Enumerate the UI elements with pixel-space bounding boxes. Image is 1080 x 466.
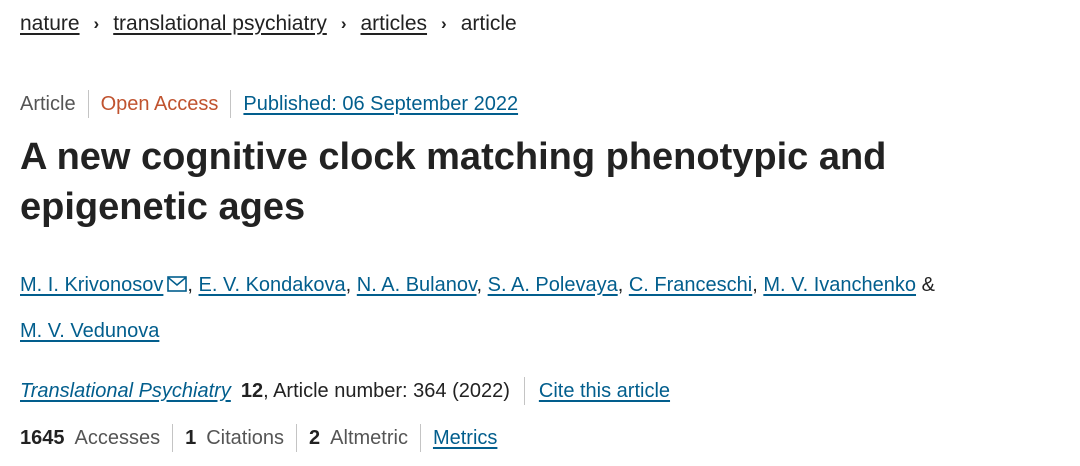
chevron-right-icon: › — [441, 14, 447, 33]
altmetric-count: 2 — [309, 426, 321, 449]
author-link[interactable]: M. V. Ivanchenko — [763, 274, 916, 296]
breadcrumb-link-articles[interactable]: articles — [361, 12, 428, 36]
author-link[interactable]: M. I. Krivonosov — [20, 274, 163, 296]
article-meta: Article Open Access Published: 06 Septem… — [20, 89, 518, 119]
breadcrumb: nature › translational psychiatry › arti… — [20, 10, 517, 38]
metrics-link[interactable]: Metrics — [433, 427, 497, 450]
divider — [87, 90, 89, 118]
citations-label: Citations — [206, 426, 285, 449]
author-link[interactable]: M. V. Vedunova — [20, 320, 159, 342]
accesses-count: 1645 — [20, 426, 65, 449]
cite-this-article-link[interactable]: Cite this article — [539, 380, 670, 403]
author-list: M. I. Krivonosov, E. V. Kondakova, N. A.… — [20, 262, 1060, 354]
breadcrumb-current: article — [460, 12, 517, 35]
divider — [230, 90, 232, 118]
title-line-1: A new cognitive clock matching phenotypi… — [20, 136, 887, 178]
altmetric-label: Altmetric — [330, 426, 408, 449]
author-separator: , — [187, 274, 193, 296]
published-date-link[interactable]: Published: 06 September 2022 — [243, 93, 518, 116]
divider — [419, 424, 421, 452]
journal-link[interactable]: Translational Psychiatry — [20, 380, 231, 403]
breadcrumb-link-nature[interactable]: nature — [20, 12, 80, 36]
author-separator: , — [752, 274, 758, 296]
breadcrumb-link-translational-psychiatry[interactable]: translational psychiatry — [113, 12, 327, 36]
divider — [172, 424, 174, 452]
divider — [523, 377, 525, 405]
email-author-link[interactable] — [163, 274, 188, 296]
author-link[interactable]: E. V. Kondakova — [199, 274, 346, 296]
citation-line: Translational Psychiatry 12 , Article nu… — [20, 376, 670, 406]
divider — [296, 424, 298, 452]
article-metrics: 1645 Accesses 1 Citations 2 Altmetric Me… — [20, 423, 497, 453]
author-separator: , — [617, 274, 624, 296]
article-title: A new cognitive clock matching phenotypi… — [20, 132, 1060, 232]
article-number: , Article number: 364 (2022) — [263, 379, 510, 402]
journal-volume: 12 — [240, 379, 264, 402]
accesses-label: Accesses — [74, 426, 161, 449]
mail-icon — [167, 276, 188, 292]
open-access-badge: Open Access — [100, 92, 219, 115]
author-link[interactable]: S. A. Polevaya — [488, 274, 618, 296]
author-conjunction: & — [921, 274, 935, 296]
author-link[interactable]: C. Franceschi — [629, 274, 752, 296]
chevron-right-icon: › — [93, 14, 100, 33]
author-link[interactable]: N. A. Bulanov — [357, 274, 477, 296]
chevron-right-icon: › — [340, 14, 347, 33]
author-separator: , — [345, 274, 352, 296]
article-type: Article — [20, 92, 76, 115]
citations-count: 1 — [185, 426, 197, 449]
title-line-2: epigenetic ages — [20, 186, 306, 228]
author-separator: , — [476, 274, 483, 296]
